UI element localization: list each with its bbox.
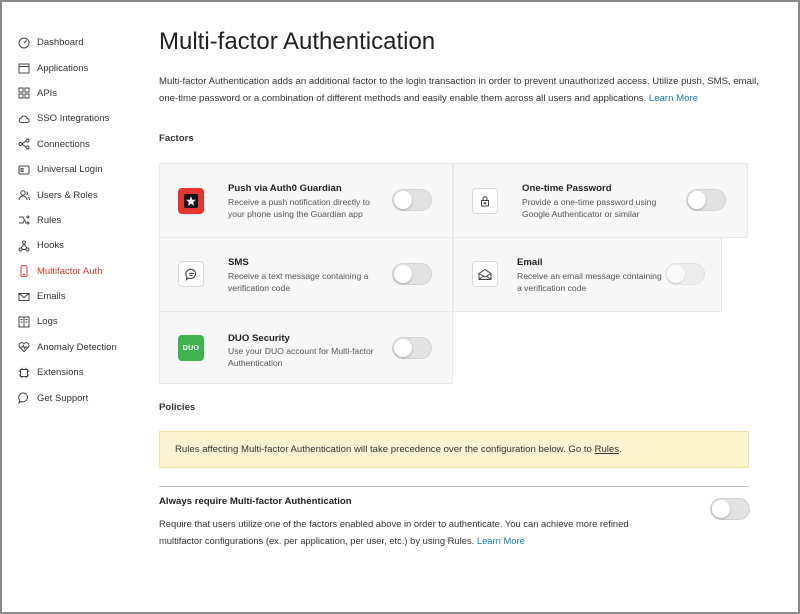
notice-text: Rules affecting Multi-factor Authenticat… bbox=[175, 444, 592, 455]
connections-icon bbox=[18, 138, 30, 150]
phone-icon bbox=[18, 265, 30, 277]
page-title: Multi-factor Authentication bbox=[159, 28, 436, 55]
sidebar-item-label: APIs bbox=[37, 87, 58, 99]
sidebar: Dashboard Applications APIs SSO Integrat… bbox=[18, 30, 148, 411]
intro-text: Multi-factor Authentication adds an addi… bbox=[159, 73, 759, 107]
factor-title: Email bbox=[517, 257, 543, 268]
factor-desc: Provide a one-time password using Google… bbox=[522, 197, 657, 219]
sidebar-item-hooks[interactable]: Hooks bbox=[18, 233, 148, 258]
factor-title: Push via Auth0 Guardian bbox=[228, 183, 342, 194]
notice-period: . bbox=[619, 444, 622, 455]
sidebar-item-users-roles[interactable]: Users & Roles bbox=[18, 182, 148, 207]
sidebar-item-label: Get Support bbox=[37, 392, 89, 404]
factor-title: DUO Security bbox=[228, 333, 290, 344]
divider bbox=[159, 486, 749, 487]
cloud-icon bbox=[18, 113, 30, 125]
applications-icon bbox=[18, 62, 30, 74]
factor-desc: Receive a push notification directly to … bbox=[228, 197, 370, 219]
sidebar-item-connections[interactable]: Connections bbox=[18, 132, 148, 157]
policy-learn-more-link[interactable]: Learn More bbox=[477, 535, 525, 546]
factors-heading: Factors bbox=[159, 133, 194, 144]
toggle-knob bbox=[394, 191, 412, 209]
sidebar-item-apis[interactable]: APIs bbox=[18, 81, 148, 106]
always-require-mfa-toggle[interactable] bbox=[710, 498, 750, 520]
sidebar-item-extensions[interactable]: Extensions bbox=[18, 360, 148, 385]
rules-notice: Rules affecting Multi-factor Authenticat… bbox=[159, 431, 749, 468]
learn-more-link[interactable]: Learn More bbox=[649, 93, 698, 104]
email-icon bbox=[18, 291, 30, 303]
sidebar-item-label: Hooks bbox=[37, 240, 64, 252]
sidebar-item-label: Extensions bbox=[37, 367, 84, 379]
apis-icon bbox=[18, 87, 30, 99]
extensions-icon bbox=[18, 367, 30, 379]
toggle-knob bbox=[712, 500, 730, 518]
policy-title: Always require Multi-factor Authenticati… bbox=[159, 496, 352, 507]
sidebar-item-anomaly-detection[interactable]: Anomaly Detection bbox=[18, 335, 148, 360]
sidebar-item-label: Logs bbox=[37, 316, 58, 328]
factor-card-duo: DUO DUO Security Use your DUO account fo… bbox=[159, 311, 453, 384]
sidebar-item-label: Rules bbox=[37, 214, 62, 226]
factor-desc: Use your DUO account for Multi-factor Au… bbox=[228, 346, 374, 368]
sidebar-item-dashboard[interactable]: Dashboard bbox=[18, 30, 148, 55]
logs-icon bbox=[18, 316, 30, 328]
sidebar-item-label: Users & Roles bbox=[37, 189, 98, 201]
duo-logo-icon: DUO bbox=[178, 335, 204, 361]
universal-login-icon bbox=[18, 164, 30, 176]
policy-description: Require that users utilize one of the fa… bbox=[159, 516, 629, 549]
sidebar-item-label: Universal Login bbox=[37, 164, 103, 176]
sidebar-item-label: Anomaly Detection bbox=[37, 341, 117, 353]
rules-icon bbox=[18, 214, 30, 226]
lock-icon bbox=[472, 188, 498, 214]
message-bubble-icon bbox=[178, 261, 204, 287]
factor-card-email: Email Receive an email message containin… bbox=[453, 237, 722, 312]
sidebar-item-sso-integrations[interactable]: SSO Integrations bbox=[18, 106, 148, 131]
factor-title: One-time Password bbox=[522, 183, 612, 194]
push-toggle[interactable] bbox=[392, 189, 432, 211]
factor-card-otp: One-time Password Provide a one-time pas… bbox=[453, 163, 748, 238]
chat-icon bbox=[18, 392, 30, 405]
policies-heading: Policies bbox=[159, 402, 196, 413]
toggle-knob bbox=[667, 265, 685, 283]
sidebar-item-rules[interactable]: Rules bbox=[18, 208, 148, 233]
guardian-star-icon bbox=[178, 188, 204, 214]
sms-toggle[interactable] bbox=[392, 263, 432, 285]
rules-link[interactable]: Rules bbox=[595, 444, 620, 455]
sidebar-item-logs[interactable]: Logs bbox=[18, 309, 148, 334]
policy-desc-body: Require that users utilize one of the fa… bbox=[159, 518, 629, 546]
users-icon bbox=[18, 189, 30, 201]
factor-desc: Receive an email message containing a ve… bbox=[517, 271, 662, 293]
sidebar-item-label: Emails bbox=[37, 291, 66, 303]
factor-title: SMS bbox=[228, 257, 249, 268]
factor-desc: Receive a text message containing a veri… bbox=[228, 271, 369, 293]
otp-toggle[interactable] bbox=[686, 189, 726, 211]
sidebar-item-label: Applications bbox=[37, 62, 89, 74]
duo-toggle[interactable] bbox=[392, 337, 432, 359]
toggle-knob bbox=[394, 339, 412, 357]
sidebar-item-applications[interactable]: Applications bbox=[18, 55, 148, 80]
sidebar-item-label: Multifactor Auth bbox=[37, 265, 103, 277]
toggle-knob bbox=[688, 191, 706, 209]
dashboard-icon bbox=[18, 37, 30, 49]
factor-card-push: Push via Auth0 Guardian Receive a push n… bbox=[159, 163, 453, 238]
sidebar-item-universal-login[interactable]: Universal Login bbox=[18, 157, 148, 182]
sidebar-item-label: SSO Integrations bbox=[37, 113, 110, 125]
heart-icon bbox=[18, 341, 30, 353]
sidebar-item-emails[interactable]: Emails bbox=[18, 284, 148, 309]
sidebar-item-label: Connections bbox=[37, 138, 90, 150]
duo-logo-text: DUO bbox=[182, 344, 200, 352]
toggle-knob bbox=[394, 265, 412, 283]
sidebar-item-multifactor-auth[interactable]: Multifactor Auth bbox=[18, 259, 148, 284]
sidebar-item-label: Dashboard bbox=[37, 37, 84, 49]
envelope-icon bbox=[472, 261, 498, 287]
hooks-icon bbox=[18, 240, 30, 252]
factor-card-sms: SMS Receive a text message containing a … bbox=[159, 237, 453, 312]
email-toggle[interactable] bbox=[665, 263, 705, 285]
sidebar-item-get-support[interactable]: Get Support bbox=[18, 385, 148, 410]
